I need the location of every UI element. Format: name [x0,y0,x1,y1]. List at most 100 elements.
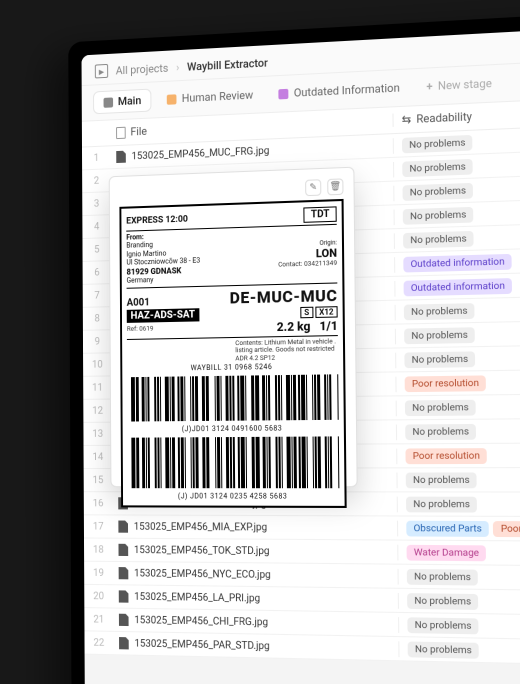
row-number: 5 [82,244,111,256]
readability-cell[interactable]: No problems [396,423,520,440]
row-number: 20 [84,590,113,602]
row-number: 21 [84,614,113,626]
row-number: 9 [83,336,112,348]
status-chip: Poor reso [493,521,520,537]
readability-cell[interactable]: Poor resolution [396,447,520,463]
readability-cell[interactable]: Poor resolution [395,374,520,392]
status-chip: No problems [406,496,477,512]
data-grid: ✎ 🗑 EXPRESS 12:00 TDT From: [82,122,520,668]
file-cell[interactable]: 153025_EMP456_LA_PRI.jpg [113,590,398,606]
sliders-icon: ⇆ [402,113,412,127]
readability-cell[interactable]: Water Damage [397,544,520,561]
readability-cell[interactable]: No problems [397,568,520,586]
file-icon [118,521,128,533]
tab-label: Outdated Information [294,81,400,99]
file-icon [119,637,129,649]
readability-cell[interactable]: No problems [396,398,520,415]
chevron-right-icon: › [176,61,179,74]
row-number: 1 [82,152,111,164]
breadcrumb-current[interactable]: Waybill Extractor [187,56,268,73]
row-number: 2 [82,175,111,187]
status-chip: No problems [404,351,475,368]
readability-cell[interactable]: No problems [395,325,520,344]
status-chip: No problems [405,399,476,415]
readability-cell[interactable]: No problems [398,641,520,660]
status-chip: No problems [403,230,474,248]
readability-cell[interactable]: No problems [396,472,520,488]
row-number: 10 [83,359,112,370]
row-number: 14 [84,451,113,462]
barcode-primary [127,374,339,421]
file-icon [119,614,129,626]
row-number: 12 [83,405,112,416]
status-chip: No problems [407,617,479,634]
header-readability[interactable]: ⇆ Readability [392,106,520,127]
status-chip: No problems [404,303,475,320]
readability-cell[interactable]: No problems [394,204,520,225]
readability-cell[interactable]: No problems [395,350,520,368]
row-number: 11 [83,382,112,393]
plus-icon: + [426,80,432,94]
file-cell[interactable]: 153025_EMP456_TOK_STD.jpg [113,544,398,559]
status-chip: No problems [408,641,480,658]
breadcrumb-root[interactable]: All projects [116,61,169,77]
readability-cell[interactable]: No problems [393,131,520,153]
status-chip: No problems [403,206,474,224]
file-cell[interactable]: 153025_EMP456_PAR_STD.jpg [113,637,398,655]
review-icon [167,94,177,104]
status-chip: No problems [402,158,473,176]
grid-icon [104,97,114,107]
status-chip: Outdated information [403,253,512,272]
readability-cell[interactable]: No problems [393,155,520,177]
readability-cell[interactable]: Outdated information [394,252,520,272]
readability-cell[interactable]: No problems [395,301,520,320]
row-number: 18 [84,544,113,555]
readability-cell[interactable]: Obscured PartsPoor reso [397,520,520,537]
tab-human-review[interactable]: Human Review [158,84,264,110]
status-chip: No problems [406,472,477,488]
new-stage-button[interactable]: + New stage [416,72,502,98]
label-route: DE-MUC-MUC [230,285,338,307]
readability-cell[interactable]: No problems [397,496,520,512]
row-number: 6 [83,267,112,279]
file-icon [119,567,129,579]
row-number: 3 [82,198,111,210]
tab-label: Human Review [182,89,253,106]
outdated-icon [279,88,289,99]
readability-cell[interactable]: No problems [393,180,520,201]
delete-button[interactable]: 🗑 [327,178,343,195]
file-cell[interactable]: 153025_EMP456_NYC_ECO.jpg [113,567,398,582]
status-chip: No problems [407,593,479,610]
status-chip: No problems [405,423,476,439]
status-chip: Water Damage [407,544,487,560]
status-chip: No problems [402,182,473,200]
file-cell[interactable]: 153025_EMP456_CHI_FRG.jpg [113,614,398,631]
row-number: 7 [83,290,112,302]
readability-cell[interactable]: Outdated information [394,277,520,297]
readability-cell[interactable]: No problems [398,592,520,610]
status-chip: No problems [404,327,475,344]
status-chip: Poor resolution [405,375,487,392]
label-service: EXPRESS 12:00 [126,214,188,226]
row-number: 8 [83,313,112,325]
tab-label: Main [118,94,141,108]
barcode-secondary [127,436,339,488]
status-chip: Poor resolution [405,448,487,464]
row-number: 19 [84,567,113,578]
tab-main[interactable]: Main [93,89,152,115]
file-cell[interactable]: 153025_EMP456_MIA_EXP.jpg [113,520,398,534]
status-chip: No problems [407,568,478,585]
edit-button[interactable]: ✎ [305,179,321,196]
label-hazmat: HAZ-ADS-SAT [127,308,199,323]
nav-home-icon[interactable]: ▸ [95,64,108,79]
row-number: 16 [84,498,113,509]
readability-cell[interactable]: No problems [398,617,520,636]
label-carrier: TDT [304,206,337,222]
header-index [82,133,110,134]
file-icon [116,151,126,163]
waybill-preview-card: ✎ 🗑 EXPRESS 12:00 TDT From: [109,167,358,488]
tab-outdated-information[interactable]: Outdated Information [269,77,410,105]
file-icon [118,544,128,556]
readability-cell[interactable]: No problems [394,228,520,248]
tab-label: New stage [438,77,492,93]
